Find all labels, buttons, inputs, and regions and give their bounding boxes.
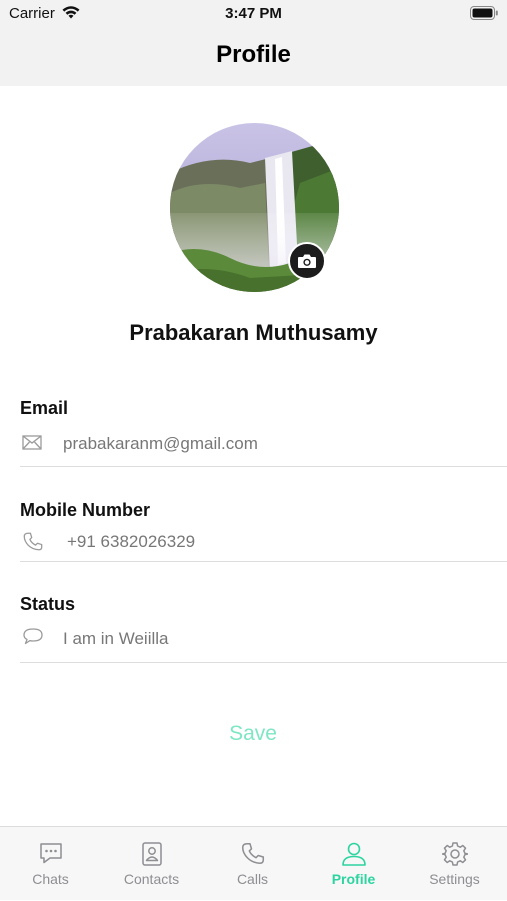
status-divider	[20, 662, 507, 663]
tab-settings[interactable]: Settings	[404, 827, 505, 901]
tab-contacts[interactable]: Contacts	[101, 827, 202, 901]
tab-bar: Chats Contacts Calls Profile Settings	[0, 826, 507, 900]
change-photo-button[interactable]	[288, 242, 326, 280]
camera-icon	[298, 254, 316, 268]
gear-icon	[441, 842, 468, 866]
phone-icon	[241, 842, 264, 864]
navigation-bar: Profile	[0, 28, 507, 86]
mobile-number-label: Mobile Number	[20, 500, 151, 520]
battery-icon	[470, 6, 498, 20]
status-label: Status	[20, 594, 76, 614]
status-field[interactable]: I am in Weiilla	[63, 629, 169, 649]
tab-chats[interactable]: Chats	[0, 827, 101, 901]
email-label: Email	[20, 398, 69, 418]
status-time: 3:47 PM	[225, 5, 282, 22]
speech-bubble-icon	[23, 628, 43, 645]
tab-label-chats: Chats	[32, 871, 69, 887]
phone-icon	[23, 532, 43, 551]
tab-label-contacts: Contacts	[123, 871, 180, 887]
mobile-divider	[20, 561, 507, 562]
page-title: Profile	[216, 41, 291, 68]
contacts-icon	[141, 842, 162, 866]
tab-profile[interactable]: Profile	[303, 827, 404, 901]
chat-icon	[39, 843, 62, 864]
tab-label-profile: Profile	[331, 871, 376, 887]
email-field[interactable]: prabakaranm@gmail.com	[63, 434, 258, 454]
email-divider	[20, 466, 507, 467]
person-icon	[341, 842, 366, 866]
tab-label-settings: Settings	[429, 871, 480, 887]
profile-name: Prabakaran Muthusamy	[129, 320, 378, 345]
tab-label-calls: Calls	[236, 871, 269, 887]
mail-icon	[22, 435, 42, 450]
status-bar: Carrier 3:47 PM	[0, 0, 507, 28]
mobile-number-field[interactable]: +91 6382026329	[67, 532, 195, 552]
save-button[interactable]: Save	[203, 718, 303, 750]
tab-calls[interactable]: Calls	[202, 827, 303, 901]
